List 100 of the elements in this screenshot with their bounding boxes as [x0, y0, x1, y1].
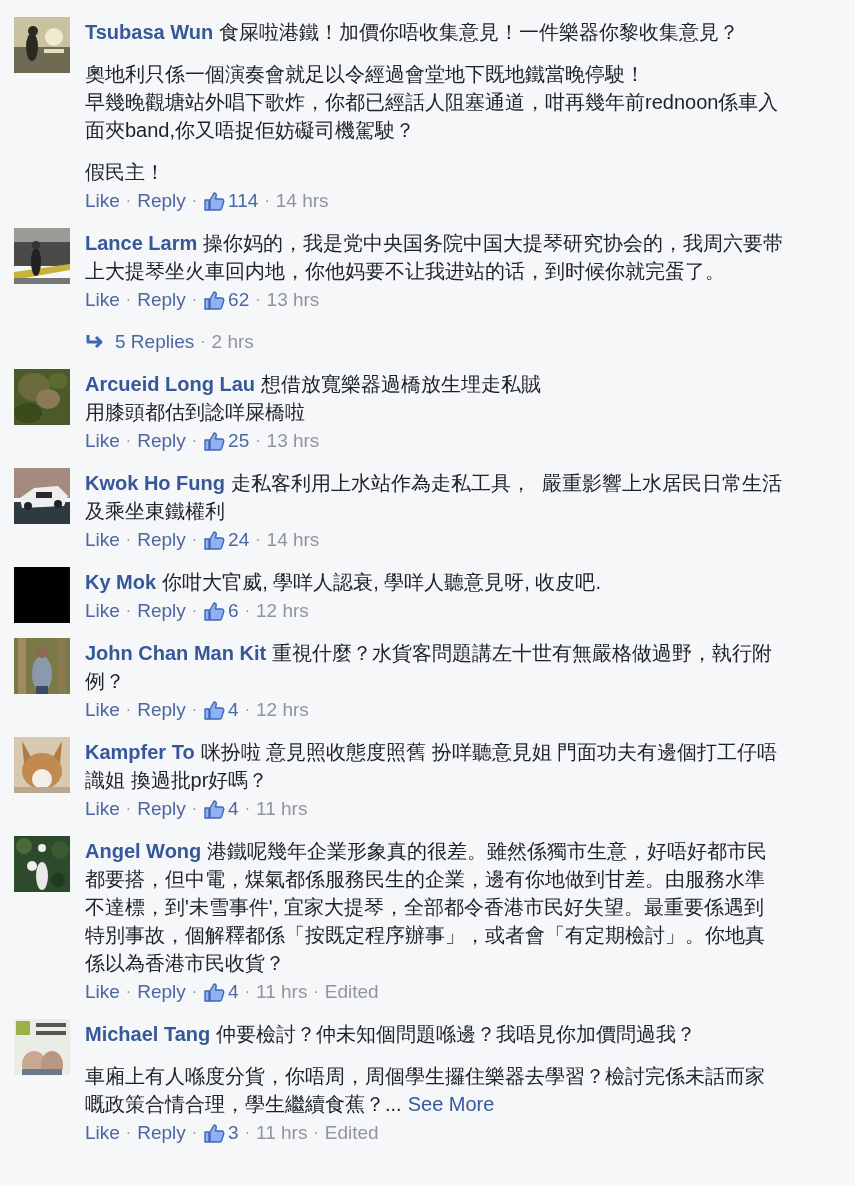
- see-more-link[interactable]: See More: [407, 1090, 495, 1118]
- comment-meta: Edited: [324, 1121, 379, 1145]
- action-link[interactable]: Reply: [137, 597, 186, 625]
- author-name[interactable]: Kwok Ho Fung: [85, 469, 225, 497]
- separator-dot: ·: [312, 982, 320, 1002]
- comment-text: 都要搭，但中電，煤氣都係服務民生的企業，邊有你地做到甘差。由服務水準: [85, 867, 765, 892]
- like-count[interactable]: 4: [228, 696, 239, 724]
- separator-dot: ·: [124, 191, 133, 211]
- action-link[interactable]: Reply: [137, 795, 186, 823]
- separator-dot: ·: [254, 431, 262, 451]
- author-name[interactable]: Arcueid Long Lau: [85, 370, 255, 398]
- thumbs-up-icon: [203, 430, 226, 452]
- like-count[interactable]: 62: [228, 286, 250, 314]
- action-link[interactable]: Like: [85, 427, 120, 455]
- thumbs-up-icon: [203, 529, 226, 551]
- separator-dot: ·: [124, 982, 133, 1002]
- comment-text: 奧地利只係一個演奏會就足以令經過會堂地下既地鐵當晚停駛！: [85, 62, 645, 87]
- comment-meta: 11 hrs: [256, 797, 308, 821]
- comment-text: 港鐵呢幾年企業形象真的很差。雖然係獨市生意，好唔好都市民: [207, 839, 768, 864]
- separator-dot: ·: [243, 601, 251, 621]
- action-link[interactable]: Reply: [137, 526, 186, 554]
- action-link[interactable]: Like: [85, 286, 120, 314]
- action-link[interactable]: Like: [85, 187, 120, 215]
- separator-dot: ·: [312, 1123, 320, 1143]
- thumbs-up-icon: [203, 289, 226, 311]
- comment-text: 嘅政策合情合理，學生繼續食蕉？...: [85, 1092, 402, 1117]
- comment-text: 咪扮啦 意見照收態度照舊 扮咩聽意見姐 門面功夫有邊個打工仔唔: [200, 740, 778, 765]
- like-count[interactable]: 25: [228, 427, 250, 455]
- author-name[interactable]: Michael Tang: [85, 1020, 211, 1048]
- comment-meta: Edited: [324, 980, 379, 1004]
- separator-dot: ·: [124, 601, 133, 621]
- separator-dot: ·: [190, 700, 199, 720]
- action-link[interactable]: Reply: [137, 1119, 186, 1147]
- thumbs-up-icon: [203, 190, 226, 212]
- separator-dot: ·: [190, 431, 199, 451]
- comment-text: 車廂上有人喺度分貨，你唔周，周個學生攞住樂器去學習？檢討完係未話而家: [85, 1064, 765, 1089]
- separator-dot: ·: [124, 1123, 133, 1143]
- comment-text: 識姐 換過批pr好嗎？: [85, 768, 269, 793]
- comment-meta: 13 hrs: [266, 429, 320, 453]
- like-count[interactable]: 24: [228, 526, 250, 554]
- action-link[interactable]: Like: [85, 526, 120, 554]
- action-link[interactable]: Reply: [137, 286, 186, 314]
- separator-dot: ·: [243, 982, 251, 1002]
- action-link[interactable]: Reply: [137, 187, 186, 215]
- comment-meta: 14 hrs: [266, 528, 320, 552]
- comment-text: 不達標，到'未雪事件', 宜家大提琴，全部都令香港市民好失望。最重要係遇到: [85, 895, 764, 920]
- reply-arrow-icon: [85, 334, 105, 350]
- author-name[interactable]: Angel Wong: [85, 837, 202, 865]
- separator-dot: ·: [124, 700, 133, 720]
- action-link[interactable]: Reply: [137, 978, 186, 1006]
- separator-dot: ·: [263, 191, 271, 211]
- comment-text: 走私客利用上水站作為走私工具， 嚴重影響上水居民日常生活: [231, 471, 783, 496]
- comment-text: 操你妈的，我是党中央国务院中国大提琴研究协会的，我周六要带: [203, 231, 784, 256]
- thumbs-up-icon: [203, 798, 226, 820]
- separator-dot: ·: [124, 530, 133, 550]
- comment-text: 想借放寬樂器過橋放生埋走私賊: [261, 372, 541, 397]
- comment-text: 特別事故，個解釋都係「按既定程序辦事」，或者會「有定期檢討」。你地真: [85, 923, 765, 948]
- action-link[interactable]: Reply: [137, 427, 186, 455]
- separator-dot: ·: [243, 700, 251, 720]
- thumbs-up-icon: [203, 1122, 226, 1144]
- separator-dot: ·: [190, 982, 199, 1002]
- like-count[interactable]: 114: [228, 187, 259, 215]
- author-name[interactable]: Tsubasa Wun: [85, 18, 214, 46]
- comment-meta: 12 hrs: [256, 698, 309, 722]
- separator-dot: ·: [243, 799, 251, 819]
- comment-text: 用膝頭都估到諗咩屎橋啦: [85, 400, 305, 425]
- separator-dot: ·: [190, 530, 199, 550]
- author-name[interactable]: John Chan Man Kit: [85, 639, 267, 667]
- comment-text: 食屎啦港鐵！加價你唔收集意見！一件樂器你黎收集意見？: [219, 20, 740, 45]
- action-link[interactable]: Like: [85, 696, 120, 724]
- separator-dot: ·: [190, 799, 199, 819]
- separator-dot: ·: [190, 191, 199, 211]
- separator-dot: ·: [199, 332, 207, 352]
- action-link[interactable]: Like: [85, 597, 120, 625]
- separator-dot: ·: [190, 601, 199, 621]
- separator-dot: ·: [254, 530, 262, 550]
- comment-text: 面夾band,你又唔捉佢妨礙司機駕駛？: [85, 118, 416, 143]
- author-name[interactable]: Kampfer To: [85, 738, 195, 766]
- separator-dot: ·: [190, 290, 199, 310]
- separator-dot: ·: [124, 799, 133, 819]
- comment-text: 早幾晚觀塘站外唱下歌炸，你都已經話人阻塞通道，咁再幾年前rednoon係車入: [85, 90, 779, 115]
- author-name[interactable]: Ky Mok: [85, 568, 157, 596]
- comment-meta: 11 hrs: [256, 980, 308, 1004]
- replies-link[interactable]: 5 Replies: [115, 328, 195, 356]
- thumbs-up-icon: [203, 699, 226, 721]
- comment-meta: 13 hrs: [266, 288, 320, 312]
- comment-text: 例？: [85, 669, 125, 694]
- separator-dot: ·: [254, 290, 262, 310]
- action-link[interactable]: Like: [85, 1119, 120, 1147]
- action-link[interactable]: Reply: [137, 696, 186, 724]
- action-link[interactable]: Like: [85, 978, 120, 1006]
- author-name[interactable]: Lance Larm: [85, 229, 198, 257]
- thumbs-up-icon: [203, 981, 226, 1003]
- action-link[interactable]: Like: [85, 795, 120, 823]
- like-count[interactable]: 4: [228, 795, 239, 823]
- like-count[interactable]: 4: [228, 978, 239, 1006]
- thumbs-up-icon: [203, 600, 226, 622]
- like-count[interactable]: 3: [228, 1119, 239, 1147]
- comment-text: 仲要檢討？仲未知個問題喺邊？我唔見你加價問過我？: [216, 1022, 697, 1047]
- like-count[interactable]: 6: [228, 597, 239, 625]
